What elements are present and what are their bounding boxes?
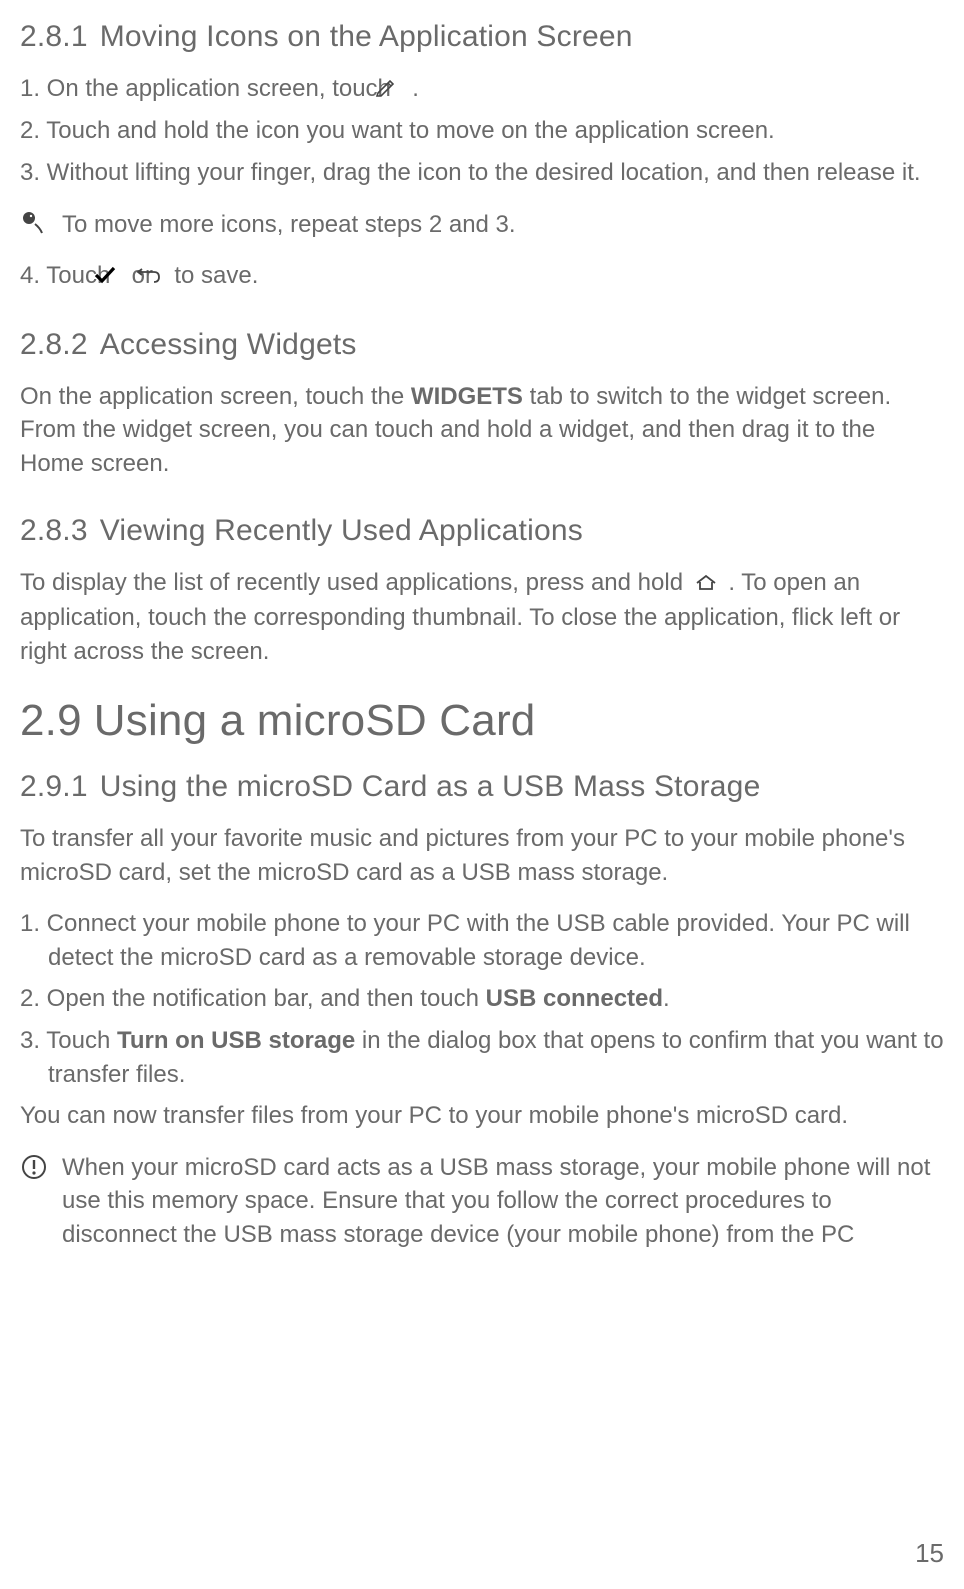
step-text-c: to save. [168,262,259,289]
heading-number: 2.8.2 [20,328,88,361]
paragraph: To display the list of recently used app… [20,566,944,668]
heading-2-9-1: 2.9.1 Using the microSD Card as a USB Mas… [20,770,944,804]
page-number: 15 [915,1538,944,1569]
caution-icon [20,1153,48,1186]
heading-title: Using the microSD Card as a USB Mass Sto… [100,770,761,803]
step-1: 1. Connect your mobile phone to your PC … [20,907,944,974]
note-block: To move more icons, repeat steps 2 and 3… [20,208,944,242]
step-bold: Turn on USB storage [117,1027,355,1054]
para-a: To display the list of recently used app… [20,569,690,596]
paragraph: On the application screen, touch the WID… [20,380,944,481]
step-2: 2. Open the notification bar, and then t… [20,982,944,1016]
after-paragraph: You can now transfer files from your PC … [20,1099,944,1133]
heading-2-9: 2.9Using a microSD Card [20,696,944,746]
intro-paragraph: To transfer all your favorite music and … [20,822,944,889]
para-bold: WIDGETS [411,383,523,410]
note-bullet-icon [20,210,48,241]
heading-title: Moving Icons on the Application Screen [100,20,633,53]
step-text-a: 3. Touch [20,1027,117,1054]
heading-title: Viewing Recently Used Applications [100,514,583,547]
step-text-a: 2. Open the notification bar, and then t… [20,985,486,1012]
step-4: 4. Touch or to save. [20,259,944,293]
heading-number: 2.8.3 [20,514,88,547]
after-text: You can now transfer files from your PC … [20,1102,848,1129]
step-2: 2. Touch and hold the icon you want to m… [20,114,944,148]
para-a: On the application screen, touch the [20,383,411,410]
step-text-b: . [663,985,670,1012]
step-text-tail: . [406,75,419,102]
heading-title: Accessing Widgets [100,328,357,361]
heading-2-8-3: 2.8.3 Viewing Recently Used Applications [20,514,944,548]
step-bold: USB connected [486,985,663,1012]
caution-block: When your microSD card acts as a USB mas… [20,1151,944,1252]
step-text: 1. On the application screen, touch [20,75,398,102]
step-3: 3. Without lifting your finger, drag the… [20,156,944,190]
step-1: 1. On the application screen, touch . [20,72,944,106]
caution-text: When your microSD card acts as a USB mas… [62,1151,944,1252]
heading-number: 2.9.1 [20,770,88,803]
note-text: To move more icons, repeat steps 2 and 3… [62,208,944,242]
step-text: 3. Without lifting your finger, drag the… [20,159,921,186]
intro-text: To transfer all your favorite music and … [20,825,905,886]
heading-title: Using a microSD Card [94,696,536,745]
step-text: 2. Touch and hold the icon you want to m… [20,117,775,144]
step-text: 1. Connect your mobile phone to your PC … [20,910,910,971]
home-icon [694,567,718,601]
heading-2-8-2: 2.8.2 Accessing Widgets [20,328,944,362]
step-3: 3. Touch Turn on USB storage in the dial… [20,1024,944,1091]
heading-number: 2.9 [20,696,82,745]
heading-number: 2.8.1 [20,20,88,53]
heading-2-8-1: 2.8.1 Moving Icons on the Application Scr… [20,20,944,54]
